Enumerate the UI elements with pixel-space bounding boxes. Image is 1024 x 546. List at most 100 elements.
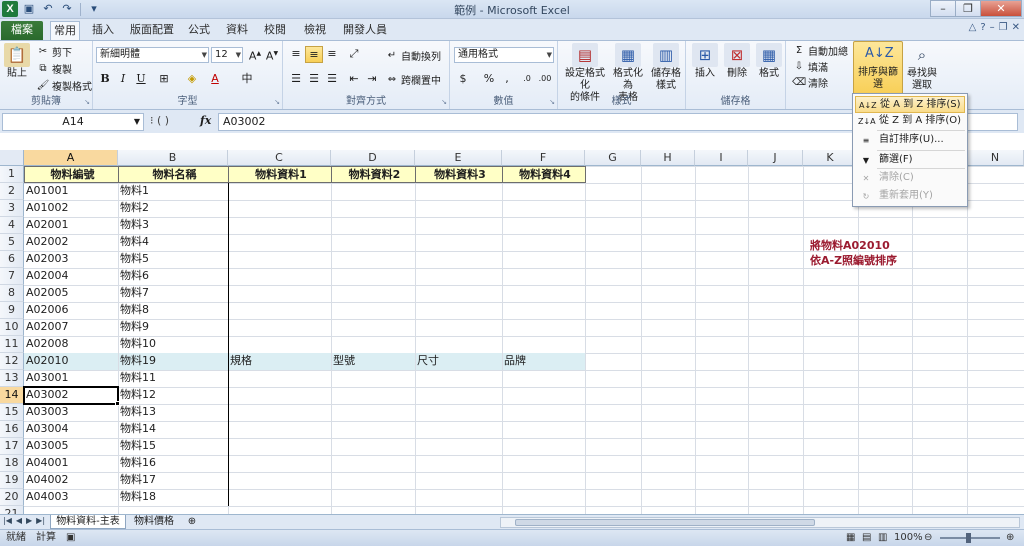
row-header-8[interactable]: 8 [0, 285, 24, 302]
data-cell[interactable]: A01001 [24, 183, 118, 200]
sort-filter-button[interactable]: A↓Z 排序與篩選 ▼ [853, 41, 903, 101]
new-sheet-icon[interactable]: ⊕ [184, 515, 200, 529]
data-cell[interactable]: 物料8 [118, 302, 228, 319]
row12-cell-c[interactable]: 規格 [228, 353, 331, 370]
font-name-select[interactable]: 新細明體 ▼ [96, 47, 209, 63]
zoom-level[interactable]: 100% [894, 530, 923, 546]
row-header-6[interactable]: 6 [0, 251, 24, 268]
data-cell[interactable]: 物料5 [118, 251, 228, 268]
row-header-10[interactable]: 10 [0, 319, 24, 336]
sort-menu-item-1[interactable]: Z↓A 從 Z 到 A 排序(O) [855, 113, 965, 130]
row12-cell-d[interactable]: 型號 [331, 353, 415, 370]
percent-button[interactable]: % [480, 71, 498, 88]
copy-button[interactable]: ⧉ 複製 [36, 61, 72, 77]
data-cell[interactable]: A02001 [24, 217, 118, 234]
align-left-icon[interactable]: ☰ [287, 71, 305, 88]
format-cells-button[interactable]: ▦ 格式 [754, 43, 784, 80]
align-center-icon[interactable]: ☰ [305, 71, 323, 88]
row12-cell-e[interactable]: 尺寸 [415, 353, 502, 370]
select-all-corner[interactable] [0, 150, 24, 166]
orientation-icon[interactable]: ⤢ [345, 46, 363, 63]
redo-icon[interactable]: ↷ [59, 1, 75, 17]
row-header-12[interactable]: 12 [0, 353, 24, 370]
sheet-tab-main[interactable]: 物料資料-主表 [50, 515, 126, 529]
help-icon[interactable]: ? [980, 22, 985, 33]
column-header-n[interactable]: N [967, 150, 1024, 166]
cell-styles-button[interactable]: ▥ 儲存格 樣式 [648, 43, 684, 92]
font-color-icon[interactable]: A [206, 71, 224, 88]
column-header-g[interactable]: G [585, 150, 641, 166]
data-cell[interactable]: 物料13 [118, 404, 228, 421]
active-cell-a14[interactable] [23, 386, 119, 405]
column-header-b[interactable]: B [118, 150, 228, 166]
data-cell[interactable]: A02010 [24, 353, 118, 370]
data-cell[interactable]: A02004 [24, 268, 118, 285]
excel-logo-icon[interactable]: X [2, 1, 18, 17]
first-sheet-icon[interactable]: |◀ [3, 516, 12, 525]
tab-view[interactable]: 檢視 [302, 21, 328, 40]
sort-menu-item-3[interactable]: ▼ 篩選(F) [855, 152, 965, 169]
data-cell[interactable]: 物料10 [118, 336, 228, 353]
restore-button[interactable]: ❐ [955, 0, 981, 17]
data-cell[interactable]: 物料6 [118, 268, 228, 285]
row-header-3[interactable]: 3 [0, 200, 24, 217]
row-header-17[interactable]: 17 [0, 438, 24, 455]
dialog-launcher-icon[interactable]: ↘ [84, 98, 90, 106]
data-cell[interactable]: A02002 [24, 234, 118, 251]
merge-center-button[interactable]: ⇔ 跨欄置中 [385, 72, 441, 88]
zoom-in-icon[interactable]: ⊕ [1006, 530, 1014, 546]
tab-file[interactable]: 檔案 [1, 21, 43, 40]
data-cell[interactable]: A03001 [24, 370, 118, 387]
column-header-e[interactable]: E [415, 150, 502, 166]
data-cell[interactable]: A04001 [24, 455, 118, 472]
customize-qat-icon[interactable]: ▾ [86, 1, 102, 17]
name-box[interactable]: A14 ▼ [2, 113, 144, 131]
scrollbar-thumb[interactable] [515, 519, 815, 526]
data-cell[interactable]: 物料2 [118, 200, 228, 217]
row-header-4[interactable]: 4 [0, 217, 24, 234]
row-header-21[interactable]: 21 [0, 506, 24, 514]
paste-button[interactable]: 📋 貼上 [3, 43, 31, 80]
grow-font-icon[interactable]: A▲ [246, 46, 264, 63]
data-cell[interactable]: A04003 [24, 489, 118, 506]
autosum-button[interactable]: Σ 自動加總 [792, 43, 848, 59]
decrease-indent-icon[interactable]: ⇤ [345, 71, 363, 88]
normal-view-icon[interactable]: ▦ [846, 530, 855, 546]
sheet-tab-price[interactable]: 物料價格 [128, 515, 180, 529]
align-middle-icon[interactable]: ≡ [305, 46, 323, 63]
column-header-f[interactable]: F [502, 150, 585, 166]
macro-record-icon[interactable]: ▣ [66, 530, 75, 546]
wrap-text-button[interactable]: ↵ 自動換列 [385, 48, 441, 64]
data-cell[interactable]: 物料14 [118, 421, 228, 438]
row-header-14[interactable]: 14 [0, 387, 24, 404]
data-cell[interactable]: 物料12 [118, 387, 228, 404]
align-bottom-icon[interactable]: ≡ [323, 46, 341, 63]
wb-minimize-icon[interactable]: – [990, 22, 995, 33]
increase-indent-icon[interactable]: ⇥ [363, 71, 381, 88]
wb-close-icon[interactable]: ✕ [1012, 22, 1020, 33]
row-header-9[interactable]: 9 [0, 302, 24, 319]
shrink-font-icon[interactable]: A▼ [263, 46, 281, 63]
tab-home[interactable]: 常用 [50, 21, 80, 40]
tab-review[interactable]: 校閱 [262, 21, 288, 40]
data-cell[interactable]: 物料1 [118, 183, 228, 200]
delete-cells-button[interactable]: ⊠ 刪除 [722, 43, 752, 80]
column-header-h[interactable]: H [641, 150, 695, 166]
row-header-20[interactable]: 20 [0, 489, 24, 506]
tab-data[interactable]: 資料 [224, 21, 250, 40]
data-cell[interactable]: A01002 [24, 200, 118, 217]
column-header-c[interactable]: C [228, 150, 331, 166]
sort-menu-item-2[interactable]: ≡ 自訂排序(U)... [855, 132, 965, 149]
row-header-1[interactable]: 1 [0, 166, 24, 183]
row-header-16[interactable]: 16 [0, 421, 24, 438]
increase-decimal-icon[interactable]: .0 [518, 71, 536, 88]
dialog-launcher-icon[interactable]: ↘ [549, 98, 555, 106]
format-painter-button[interactable]: 🖌 複製格式 [36, 78, 92, 94]
header-cell-d[interactable]: 物料資料2 [331, 166, 416, 183]
close-button[interactable]: ✕ [980, 0, 1022, 17]
number-format-select[interactable]: 通用格式 ▼ [454, 47, 554, 63]
next-sheet-icon[interactable]: ▶ [26, 516, 32, 525]
data-cell[interactable]: 物料17 [118, 472, 228, 489]
data-cell[interactable]: 物料16 [118, 455, 228, 472]
align-right-icon[interactable]: ☰ [323, 71, 341, 88]
